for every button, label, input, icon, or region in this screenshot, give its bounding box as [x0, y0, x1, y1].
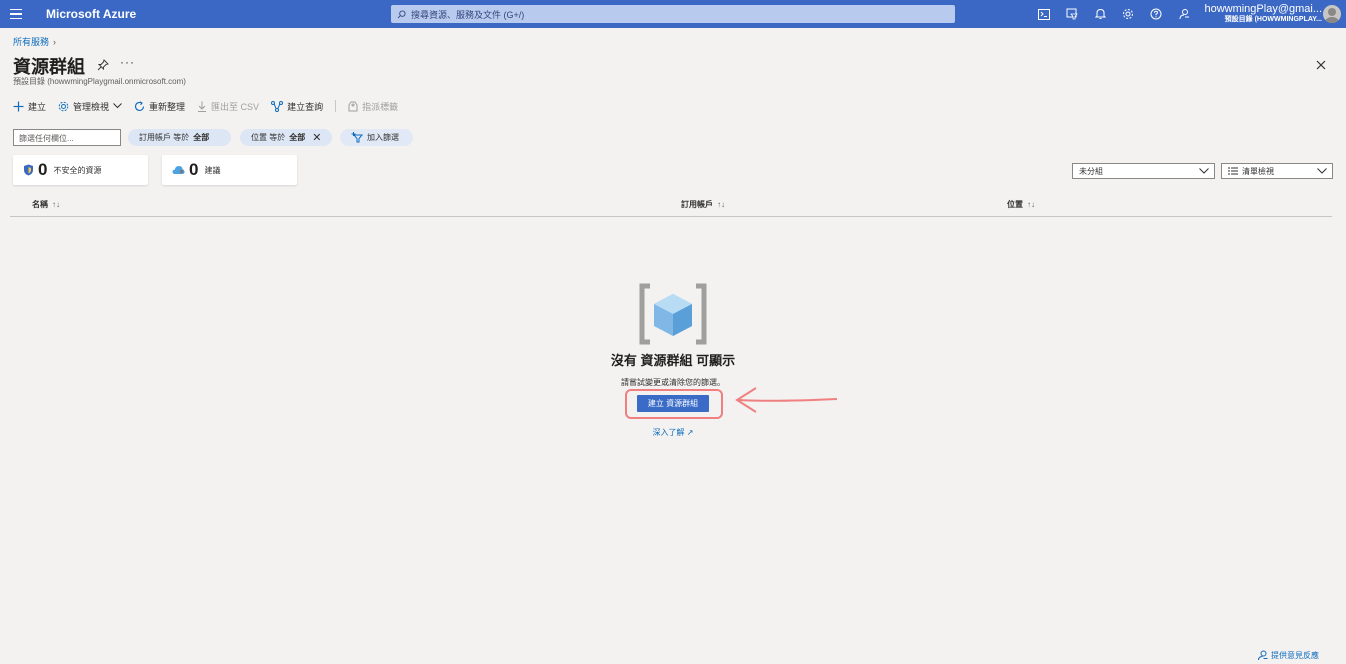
remove-filter-icon[interactable]: ✕ — [312, 131, 321, 144]
create-resource-group-button[interactable]: 建立 資源群組 — [637, 395, 709, 412]
location-filter-pill[interactable]: 位置 等於 全部 ✕ — [240, 129, 332, 146]
tag-icon — [348, 101, 358, 111]
shield-icon — [24, 164, 33, 176]
command-separator — [335, 100, 337, 112]
create-button[interactable]: 建立 — [13, 100, 46, 113]
search-icon — [397, 9, 406, 18]
recommendations-count: 0 — [189, 160, 199, 179]
column-name-label: 名稱 — [32, 200, 48, 209]
feedback-icon — [1258, 650, 1268, 661]
page-subtitle: 預設目錄 (howwmingPlaygmail.onmicrosoft.com) — [13, 77, 186, 86]
plus-icon — [13, 101, 24, 111]
grouping-dropdown[interactable]: 未分組 — [1072, 163, 1215, 179]
top-icons — [1030, 0, 1198, 28]
recommendations-card[interactable]: 0 建議 — [162, 155, 297, 185]
insecure-label: 不安全的資源 — [53, 165, 102, 175]
avatar[interactable] — [1323, 5, 1341, 23]
export-csv-button[interactable]: 匯出至 CSV — [197, 100, 259, 113]
location-filter-label: 位置 等於 — [251, 133, 286, 142]
view-value: 清單檢視 — [1242, 166, 1274, 176]
filter-input[interactable]: 篩選任何欄位... — [13, 129, 121, 146]
create-label: 建立 — [28, 101, 47, 112]
account-info[interactable]: howwmingPlay@gmai... 預設目錄 (HOWWMINGPLAY.… — [1200, 3, 1322, 25]
chevron-down-icon — [1317, 168, 1327, 174]
column-name-header[interactable]: 名稱 ↑↓ — [32, 199, 60, 210]
view-dropdown[interactable]: 清單檢視 — [1221, 163, 1333, 179]
settings-gear-icon[interactable] — [1114, 0, 1142, 28]
download-icon — [198, 101, 207, 112]
query-icon — [271, 100, 284, 112]
add-filter-label: 加入篩選 — [367, 133, 399, 142]
grouping-value: 未分組 — [1079, 166, 1103, 176]
global-search-placeholder: 搜尋資源、服務及文件 (G+/) — [411, 9, 525, 20]
directory-filter-icon[interactable] — [1058, 0, 1086, 28]
external-link-icon: ↗ — [686, 428, 694, 437]
column-location-label: 位置 — [1007, 200, 1023, 209]
subscription-filter-pill[interactable]: 訂用帳戶 等於 全部 — [128, 129, 231, 146]
subscription-filter-value: 全部 — [193, 133, 210, 142]
cloud-shell-icon[interactable] — [1030, 0, 1058, 28]
top-bar: Microsoft Azure 搜尋資源、服務及文件 (G+/) howwmin… — [0, 0, 1346, 28]
table-header: 名稱 ↑↓ 訂用帳戶 ↑↓ 位置 ↑↓ — [10, 194, 1332, 217]
global-search-input[interactable]: 搜尋資源、服務及文件 (G+/) — [391, 5, 955, 23]
empty-state-title: 沒有 資源群組 可顯示 — [610, 353, 736, 368]
feedback-link[interactable]: 提供意見反應 — [1257, 650, 1319, 661]
assign-tags-button[interactable]: 指派標籤 — [348, 100, 398, 113]
close-icon[interactable] — [1314, 58, 1328, 72]
open-query-button[interactable]: 建立查詢 — [271, 100, 323, 113]
chevron-down-icon — [113, 103, 122, 109]
account-name: howwmingPlay@gmai... — [1204, 3, 1322, 15]
gear-icon — [58, 101, 69, 111]
refresh-label: 重新整理 — [149, 101, 186, 112]
insecure-count: 0 — [38, 160, 48, 179]
feedback-icon[interactable] — [1170, 0, 1198, 28]
sort-icon[interactable]: ↑↓ — [1027, 200, 1035, 209]
feedback-label: 提供意見反應 — [1271, 651, 1319, 660]
recommendations-label: 建議 — [204, 165, 221, 175]
more-options-icon[interactable]: ··· — [120, 55, 135, 69]
manage-view-label: 管理檢視 — [73, 101, 110, 112]
brand-link[interactable]: Microsoft Azure — [46, 7, 136, 21]
breadcrumb: 所有服務 › — [13, 35, 56, 48]
add-filter-icon — [351, 132, 363, 143]
help-icon[interactable] — [1142, 0, 1170, 28]
export-csv-label: 匯出至 CSV — [211, 101, 260, 112]
chevron-right-icon: › — [53, 36, 57, 47]
notifications-icon[interactable] — [1086, 0, 1114, 28]
breadcrumb-all-services[interactable]: 所有服務 — [13, 35, 49, 48]
command-bar: 建立 管理檢視 重新整理 匯出至 CSV 建立查詢 指派標籤 — [13, 97, 410, 115]
pin-icon[interactable] — [97, 58, 109, 76]
learn-more-link[interactable]: 深入了解 ↗ — [0, 427, 1346, 438]
insecure-resources-card[interactable]: 0 不安全的資源 — [13, 155, 148, 185]
chevron-down-icon — [1199, 168, 1209, 174]
add-filter-button[interactable]: 加入篩選 — [340, 129, 413, 146]
cloud-icon — [172, 166, 185, 174]
open-query-label: 建立查詢 — [287, 101, 324, 112]
subscription-filter-label: 訂用帳戶 等於 — [139, 133, 190, 142]
resource-group-icon — [639, 283, 707, 345]
menu-icon[interactable] — [0, 0, 32, 28]
account-directory: 預設目錄 (HOWWMINGPLAY... — [1224, 16, 1322, 23]
annotation-arrow-icon — [735, 387, 838, 413]
column-location-header[interactable]: 位置 ↑↓ — [1007, 199, 1035, 210]
column-subscription-header[interactable]: 訂用帳戶 ↑↓ — [681, 199, 725, 210]
filter-placeholder: 篩選任何欄位... — [19, 134, 74, 143]
sort-icon[interactable]: ↑↓ — [717, 200, 725, 209]
location-filter-value: 全部 — [289, 133, 306, 142]
column-subscription-label: 訂用帳戶 — [681, 200, 713, 209]
manage-view-button[interactable]: 管理檢視 — [58, 100, 122, 113]
refresh-button[interactable]: 重新整理 — [134, 100, 185, 113]
empty-state-description: 請嘗試變更或清除您的篩選。 — [621, 378, 725, 387]
learn-more-label: 深入了解 — [652, 428, 685, 437]
sort-icon[interactable]: ↑↓ — [52, 200, 60, 209]
assign-tags-label: 指派標籤 — [362, 101, 399, 112]
list-view-icon — [1228, 167, 1238, 175]
refresh-icon — [134, 100, 145, 111]
